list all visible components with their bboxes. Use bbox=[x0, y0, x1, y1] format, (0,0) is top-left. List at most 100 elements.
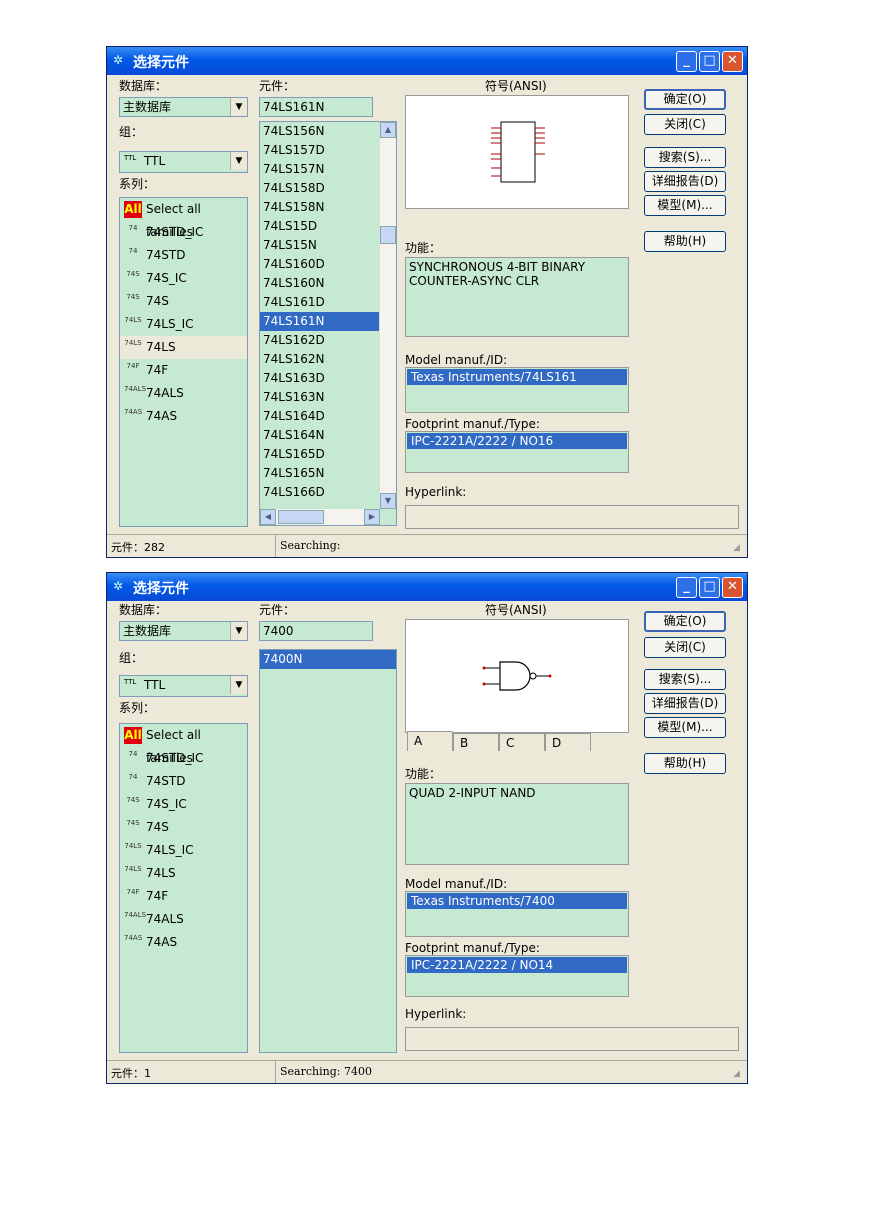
tab-a[interactable]: A bbox=[407, 731, 453, 751]
scroll-thumb[interactable] bbox=[278, 510, 324, 524]
resize-grip-icon[interactable]: ◢ bbox=[733, 543, 745, 555]
family-item[interactable]: 74S 74S bbox=[120, 816, 247, 839]
group-select[interactable]: TTL TTL ▼ bbox=[119, 151, 248, 173]
minimize-button[interactable]: _ bbox=[676, 577, 697, 598]
family-item[interactable]: 74S 74S_IC bbox=[120, 793, 247, 816]
chevron-down-icon[interactable]: ▼ bbox=[230, 152, 247, 170]
component-list[interactable]: 7400N bbox=[259, 649, 397, 1053]
hyperlink-field[interactable] bbox=[405, 1027, 739, 1051]
scroll-right-button[interactable]: ▶ bbox=[364, 509, 380, 525]
family-item[interactable]: 74S 74S_IC bbox=[120, 267, 247, 290]
family-item[interactable]: All Select all families bbox=[120, 724, 247, 765]
tab-d[interactable]: D bbox=[545, 733, 591, 751]
close-button[interactable]: 关闭(C) bbox=[644, 637, 726, 658]
family-item[interactable]: 74LS 74LS_IC bbox=[120, 313, 247, 336]
scroll-down-button[interactable]: ▼ bbox=[380, 493, 396, 509]
family-item[interactable]: 74LS 74LS_IC bbox=[120, 839, 247, 862]
component-input[interactable]: 74LS161N bbox=[259, 97, 373, 117]
component-item[interactable]: 74LS164N bbox=[260, 426, 396, 445]
family-item[interactable]: 74LS 74LS bbox=[120, 336, 247, 359]
component-item[interactable]: 74LS162N bbox=[260, 350, 396, 369]
component-item[interactable]: 74LS166D bbox=[260, 483, 396, 502]
component-item[interactable]: 74LS15D bbox=[260, 217, 396, 236]
detail-report-button[interactable]: 详细报告(D) bbox=[644, 693, 726, 714]
family-item[interactable]: 74 74STD_IC bbox=[120, 221, 247, 244]
component-item[interactable]: 74LS162D bbox=[260, 331, 396, 350]
component-item[interactable]: 74LS15N bbox=[260, 236, 396, 255]
component-item[interactable]: 7400N bbox=[260, 650, 396, 669]
family-item[interactable]: 74 74STD bbox=[120, 770, 247, 793]
family-item[interactable]: 74 74STD_IC bbox=[120, 747, 247, 770]
detail-report-button[interactable]: 详细报告(D) bbox=[644, 171, 726, 192]
close-window-button[interactable]: ✕ bbox=[722, 51, 743, 72]
tab-b[interactable]: B bbox=[453, 733, 499, 751]
chevron-down-icon[interactable]: ▼ bbox=[230, 676, 247, 694]
tab-c[interactable]: C bbox=[499, 733, 545, 751]
close-window-button[interactable]: ✕ bbox=[722, 577, 743, 598]
family-item[interactable]: 74AS 74AS bbox=[120, 405, 247, 428]
close-button[interactable]: 关闭(C) bbox=[644, 114, 726, 135]
resize-grip-icon[interactable]: ◢ bbox=[733, 1069, 745, 1081]
family-item[interactable]: 74F 74F bbox=[120, 885, 247, 908]
hyperlink-field[interactable] bbox=[405, 505, 739, 529]
family-list[interactable]: All Select all families 74 74STD_IC 74 74STD 7… bbox=[119, 197, 248, 527]
vertical-scrollbar[interactable]: ▲ ▼ bbox=[379, 122, 396, 509]
database-select[interactable]: 主数据库 ▼ bbox=[119, 97, 248, 117]
component-item[interactable]: 74LS156N bbox=[260, 122, 396, 141]
family-item[interactable]: 74ALS 74ALS bbox=[120, 908, 247, 931]
maximize-button[interactable]: □ bbox=[699, 51, 720, 72]
component-item[interactable]: 74LS158D bbox=[260, 179, 396, 198]
help-button[interactable]: 帮助(H) bbox=[644, 753, 726, 774]
component-item[interactable]: 74LS165N bbox=[260, 464, 396, 483]
footprint-list[interactable]: IPC-2221A/2222 / NO16 bbox=[405, 431, 629, 473]
component-list[interactable]: 74LS156N 74LS157D 74LS157N 74LS158D 74LS158N… bbox=[259, 121, 397, 526]
footprint-list[interactable]: IPC-2221A/2222 / NO14 bbox=[405, 955, 629, 997]
horizontal-scrollbar[interactable]: ◀ ▶ bbox=[260, 509, 380, 525]
component-item[interactable]: 74LS164D bbox=[260, 407, 396, 426]
model-item[interactable]: Texas Instruments/7400 bbox=[407, 893, 627, 909]
component-item[interactable]: 74LS161D bbox=[260, 293, 396, 312]
scroll-up-button[interactable]: ▲ bbox=[380, 122, 396, 138]
scroll-left-button[interactable]: ◀ bbox=[260, 509, 276, 525]
ok-button[interactable]: 确定(O) bbox=[644, 611, 726, 632]
model-list[interactable]: Texas Instruments/7400 bbox=[405, 891, 629, 937]
search-button[interactable]: 搜索(S)... bbox=[644, 147, 726, 168]
search-button[interactable]: 搜索(S)... bbox=[644, 669, 726, 690]
family-item[interactable]: 74F 74F bbox=[120, 359, 247, 382]
family-item[interactable]: 74LS 74LS bbox=[120, 862, 247, 885]
footprint-item[interactable]: IPC-2221A/2222 / NO16 bbox=[407, 433, 627, 449]
component-item[interactable]: 74LS163D bbox=[260, 369, 396, 388]
family-item[interactable]: 74ALS 74ALS bbox=[120, 382, 247, 405]
component-item[interactable]: 74LS157N bbox=[260, 160, 396, 179]
ok-button[interactable]: 确定(O) bbox=[644, 89, 726, 110]
maximize-button[interactable]: □ bbox=[699, 577, 720, 598]
family-list[interactable]: All Select all families 74 74STD_IC 74 74STD 7… bbox=[119, 723, 248, 1053]
help-button[interactable]: 帮助(H) bbox=[644, 231, 726, 252]
database-select[interactable]: 主数据库 ▼ bbox=[119, 621, 248, 641]
gate-family-icon: 74 bbox=[128, 773, 138, 781]
model-list[interactable]: Texas Instruments/74LS161 bbox=[405, 367, 629, 413]
family-item[interactable]: 74AS 74AS bbox=[120, 931, 247, 954]
component-item[interactable]: 74LS160N bbox=[260, 274, 396, 293]
model-button[interactable]: 模型(M)... bbox=[644, 195, 726, 216]
footprint-item[interactable]: IPC-2221A/2222 / NO14 bbox=[407, 957, 627, 973]
title-bar[interactable]: ✲ 选择元件 _ □ ✕ bbox=[107, 47, 747, 75]
component-item[interactable]: 74LS158N bbox=[260, 198, 396, 217]
model-item[interactable]: Texas Instruments/74LS161 bbox=[407, 369, 627, 385]
component-item[interactable]: 74LS157D bbox=[260, 141, 396, 160]
component-input[interactable]: 7400 bbox=[259, 621, 373, 641]
family-item[interactable]: All Select all families bbox=[120, 198, 247, 239]
model-button[interactable]: 模型(M)... bbox=[644, 717, 726, 738]
chevron-down-icon[interactable]: ▼ bbox=[230, 98, 247, 116]
title-bar[interactable]: ✲ 选择元件 _ □ ✕ bbox=[107, 573, 747, 601]
family-item[interactable]: 74S 74S bbox=[120, 290, 247, 313]
component-item[interactable]: 74LS161N bbox=[260, 312, 396, 331]
scroll-thumb[interactable] bbox=[380, 226, 396, 244]
component-item[interactable]: 74LS160D bbox=[260, 255, 396, 274]
group-select[interactable]: TTL TTL ▼ bbox=[119, 675, 248, 697]
family-item[interactable]: 74 74STD bbox=[120, 244, 247, 267]
minimize-button[interactable]: _ bbox=[676, 51, 697, 72]
chevron-down-icon[interactable]: ▼ bbox=[230, 622, 247, 640]
component-item[interactable]: 74LS165D bbox=[260, 445, 396, 464]
component-item[interactable]: 74LS163N bbox=[260, 388, 396, 407]
